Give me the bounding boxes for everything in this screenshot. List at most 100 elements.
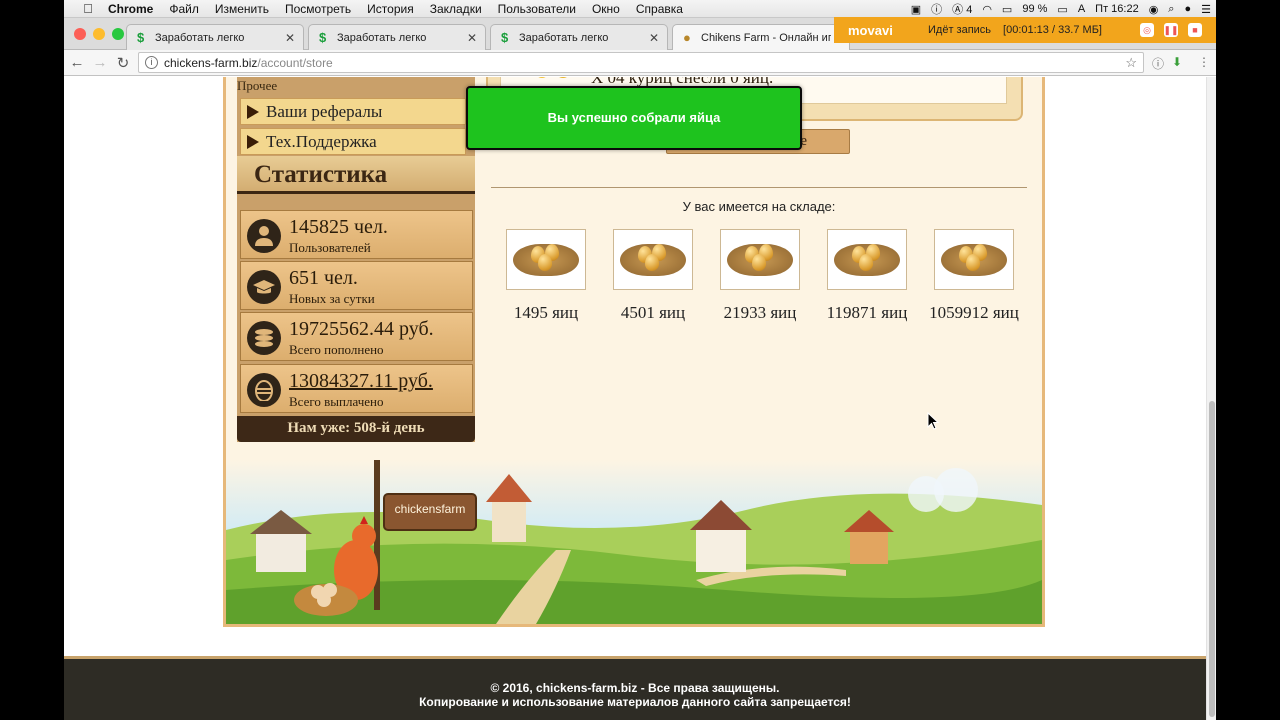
stat-label: Новых за сутки [289, 291, 375, 306]
web-page: Прочее Ваши рефералы Тех.Поддержка Стати… [64, 77, 1216, 720]
screenshot-button[interactable]: ◎ [1140, 23, 1154, 37]
close-tab-icon[interactable]: ✕ [467, 31, 477, 45]
close-tab-icon[interactable]: ✕ [285, 31, 295, 45]
stat-value: 651 чел. [289, 267, 358, 289]
siri-icon[interactable]: ● [1179, 3, 1196, 15]
adobe-icon[interactable]: Ⓐ 4 [947, 1, 977, 17]
page-scrollbar[interactable] [1206, 77, 1216, 720]
coin-icon [535, 77, 549, 78]
egg-nest-image [934, 229, 1014, 290]
menu-item[interactable]: Окно [584, 2, 628, 16]
user-icon[interactable]: ◉ [1144, 3, 1164, 16]
recording-status: Идёт запись [928, 24, 992, 36]
egg-nest-image [613, 229, 693, 290]
menu-item[interactable]: История [359, 2, 422, 16]
browser-tab[interactable]: $ Заработать легко ✕ [490, 24, 668, 50]
chickensfarm-sign: chickensfarm [394, 502, 466, 516]
egg-nest-image [506, 229, 586, 290]
sidebar-item-support[interactable]: Тех.Поддержка [240, 128, 466, 155]
chrome-menu-icon[interactable]: ⋮ [1198, 55, 1210, 69]
menu-item[interactable]: Закладки [422, 2, 490, 16]
battery-icon[interactable]: ▭ [1052, 3, 1072, 16]
input-source-icon[interactable]: A [1073, 3, 1090, 15]
coin-icon [555, 77, 571, 78]
egg-count: 119871 яиц [826, 303, 908, 322]
airplay-icon[interactable]: ▭ [997, 3, 1017, 16]
sidebar-item-referrals[interactable]: Ваши рефералы [240, 98, 466, 125]
golden-egg [966, 254, 980, 271]
tab-title: Заработать легко [155, 31, 245, 44]
close-window-button[interactable] [74, 28, 86, 40]
mouse-cursor-icon [927, 411, 940, 435]
battery-percent[interactable]: 99 % [1017, 3, 1052, 15]
zoom-window-button[interactable] [112, 28, 124, 40]
copy-warning-text: Копирование и использование материалов д… [419, 695, 851, 709]
apple-icon[interactable]:  [76, 1, 100, 16]
golden-egg [538, 254, 552, 271]
info-icon[interactable]: ⓘ [926, 1, 947, 17]
menu-item[interactable]: Справка [628, 2, 691, 16]
browser-tab[interactable]: $ Заработать легко ✕ [126, 24, 304, 50]
stat-label: Пользователей [289, 240, 371, 255]
copyright-text: © 2016, chickens-farm.biz - Все права за… [490, 681, 780, 695]
pause-button[interactable]: ❚❚ [1163, 23, 1179, 37]
egg-count: 4501 яиц [620, 303, 686, 322]
sidebar-section-label: Прочее [237, 78, 278, 93]
sidebar-item-label: Ваши рефералы [266, 101, 383, 121]
game-main-panel: Прочее Ваши рефералы Тех.Поддержка Стати… [223, 77, 1045, 627]
egg-icon [247, 373, 281, 407]
notification-center-icon[interactable]: ☰ [1196, 3, 1216, 16]
stat-value-link[interactable]: 13084327.11 руб. [289, 370, 433, 393]
browser-tab[interactable]: $ Заработать легко ✕ [308, 24, 486, 50]
egg-count: 1495 яиц [513, 303, 579, 322]
stat-value: 145825 чел. [289, 216, 388, 238]
toolbar: ← → ↻ i chickens-farm.biz/account/store … [64, 50, 1216, 76]
forward-arrow-icon[interactable]: → [91, 54, 109, 71]
mac-menubar:  Chrome Файл Изменить Посмотреть Истори… [64, 0, 1216, 18]
stat-new-today: 651 чел. Новых за сутки [240, 261, 473, 310]
url-path: /account/store [257, 55, 333, 70]
tab-title: Заработать легко [519, 31, 609, 44]
dollar-icon: $ [137, 30, 145, 45]
minimize-window-button[interactable] [93, 28, 105, 40]
movavi-recording-bar: movavi Идёт запись [00:01:13 / 33.7 МБ] … [834, 17, 1216, 43]
menu-item[interactable]: Посмотреть [277, 2, 359, 16]
coins-icon [247, 321, 281, 355]
url-domain: chickens-farm.biz [164, 55, 258, 70]
back-arrow-icon[interactable]: ← [68, 54, 86, 71]
menu-item[interactable]: Изменить [207, 2, 277, 16]
farm-landscape-banner: chickensfarm [226, 460, 1042, 624]
extension-download-icon[interactable]: ⬇ [1172, 55, 1182, 69]
menu-item[interactable]: Пользователи [490, 2, 584, 16]
days-online: Нам уже: 508-й день [237, 416, 475, 442]
scrollbar-thumb[interactable] [1209, 401, 1215, 717]
menu-app-name[interactable]: Chrome [100, 2, 161, 16]
close-tab-icon[interactable]: ✕ [649, 31, 659, 45]
spotlight-search-icon[interactable]: ⌕ [1163, 3, 1179, 16]
address-bar[interactable]: i chickens-farm.biz/account/store ☆ [138, 52, 1144, 73]
reload-icon[interactable]: ↻ [114, 54, 132, 72]
movavi-logo: movavi [848, 22, 893, 38]
recording-timer: [00:01:13 / 33.7 МБ] [1003, 24, 1102, 36]
sidebar-item-label: Тех.Поддержка [266, 131, 377, 151]
wifi-icon[interactable]: ◠ [977, 3, 997, 16]
bookmark-star-icon[interactable]: ☆ [1125, 55, 1137, 71]
clock[interactable]: Пт 16:22 [1090, 3, 1144, 15]
tab-title: Заработать легко [337, 31, 427, 44]
dollar-icon: $ [501, 30, 509, 45]
browser-tab-active[interactable]: ● Chikens Farm - Онлайн игра [672, 24, 850, 50]
stat-label: Всего пополнено [289, 342, 384, 357]
store-title: У вас имеется на складе: [682, 199, 836, 214]
divider [491, 187, 1027, 188]
page-info-icon[interactable]: i [145, 56, 158, 69]
stat-label: Всего выплачено [289, 394, 384, 409]
money-bag-icon: ● [683, 30, 691, 45]
egg-nest-image [720, 229, 800, 290]
movavi-tray-icon[interactable]: ▣ [906, 3, 926, 16]
menu-item[interactable]: Файл [161, 2, 207, 16]
extension-icon[interactable]: ⓘ [1152, 55, 1164, 72]
graduation-cap-icon [247, 270, 281, 304]
egg-count: 21933 яиц [723, 303, 797, 322]
stop-button[interactable]: ■ [1188, 23, 1202, 37]
landscape-illustration [226, 460, 1042, 624]
